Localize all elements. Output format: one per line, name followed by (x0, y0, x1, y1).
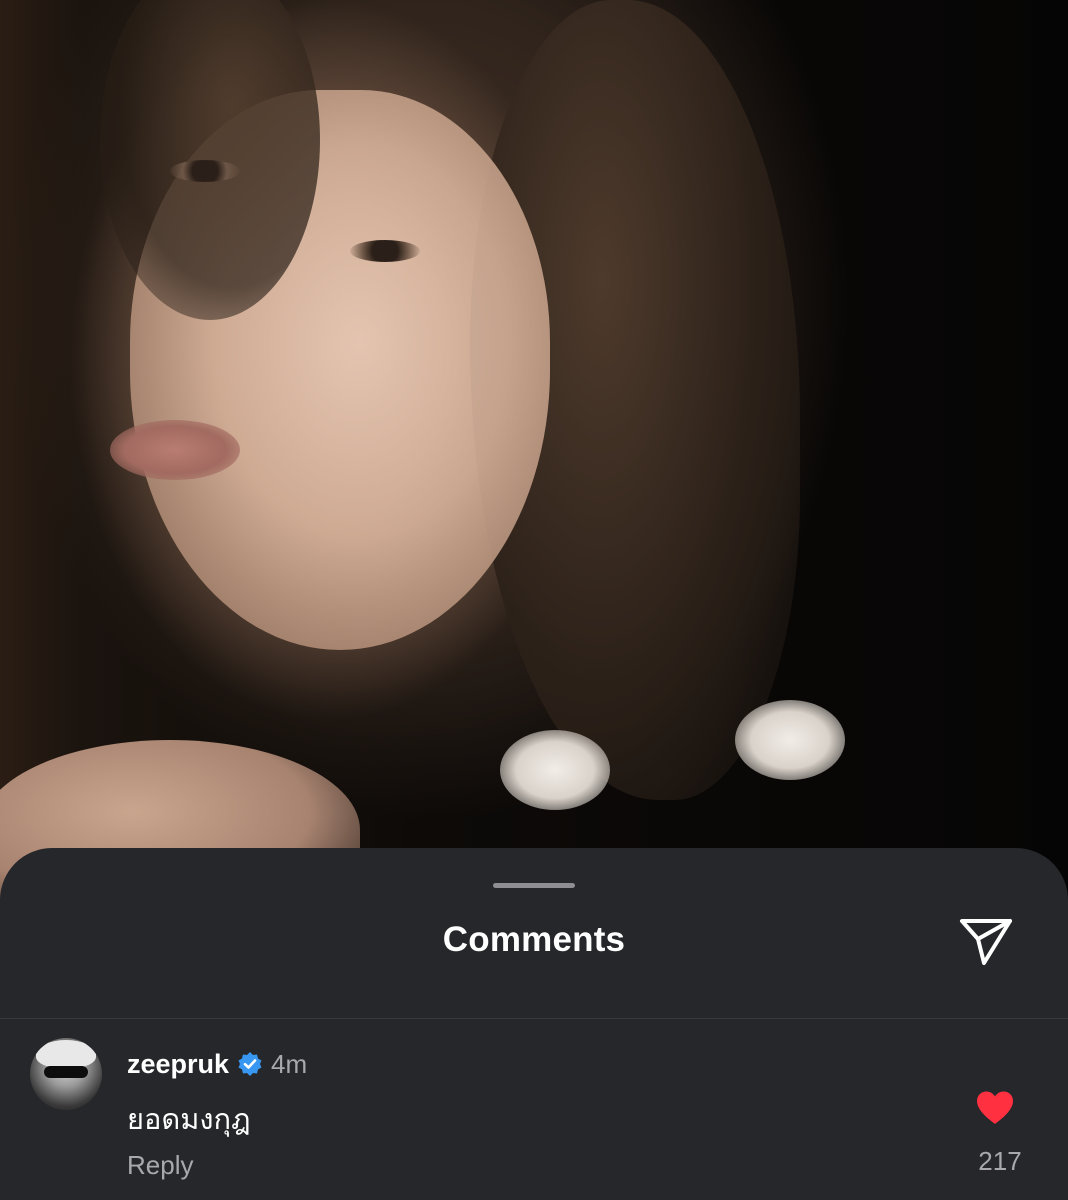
comment-username[interactable]: zeepruk (127, 1049, 229, 1080)
paper-plane-icon (960, 919, 1012, 965)
photo-lips (110, 420, 240, 480)
comments-sheet: Comments zeepruk 4m ยอดมงกุฎ Reply 217 (0, 848, 1068, 1200)
comment-text: ยอดมงกุฎ (127, 1104, 251, 1136)
comment-timestamp: 4m (271, 1048, 308, 1079)
reply-button[interactable]: Reply (127, 1150, 193, 1181)
photo-flower (735, 700, 845, 780)
like-button[interactable] (975, 1090, 1025, 1132)
heart-icon (977, 1091, 1013, 1124)
sheet-divider (0, 1018, 1068, 1019)
comment-header: zeepruk 4m (127, 1048, 307, 1080)
photo-flower (500, 730, 610, 810)
sheet-title: Comments (442, 920, 626, 959)
sheet-grabber[interactable] (493, 883, 575, 888)
post-view: Comments zeepruk 4m ยอดมงกุฎ Reply 217 (0, 0, 1068, 1200)
like-count: 217 (978, 1146, 1022, 1176)
avatar-sunglasses (44, 1066, 88, 1078)
post-photo (0, 0, 1068, 900)
share-button[interactable] (952, 910, 1020, 972)
photo-eye-left (170, 160, 240, 182)
comment-item: zeepruk 4m ยอดมงกุฎ Reply 217 (0, 1038, 1068, 1188)
photo-eye-right (350, 240, 420, 262)
verified-badge-icon (237, 1051, 263, 1077)
avatar-hair (36, 1040, 96, 1068)
avatar[interactable] (30, 1038, 102, 1110)
